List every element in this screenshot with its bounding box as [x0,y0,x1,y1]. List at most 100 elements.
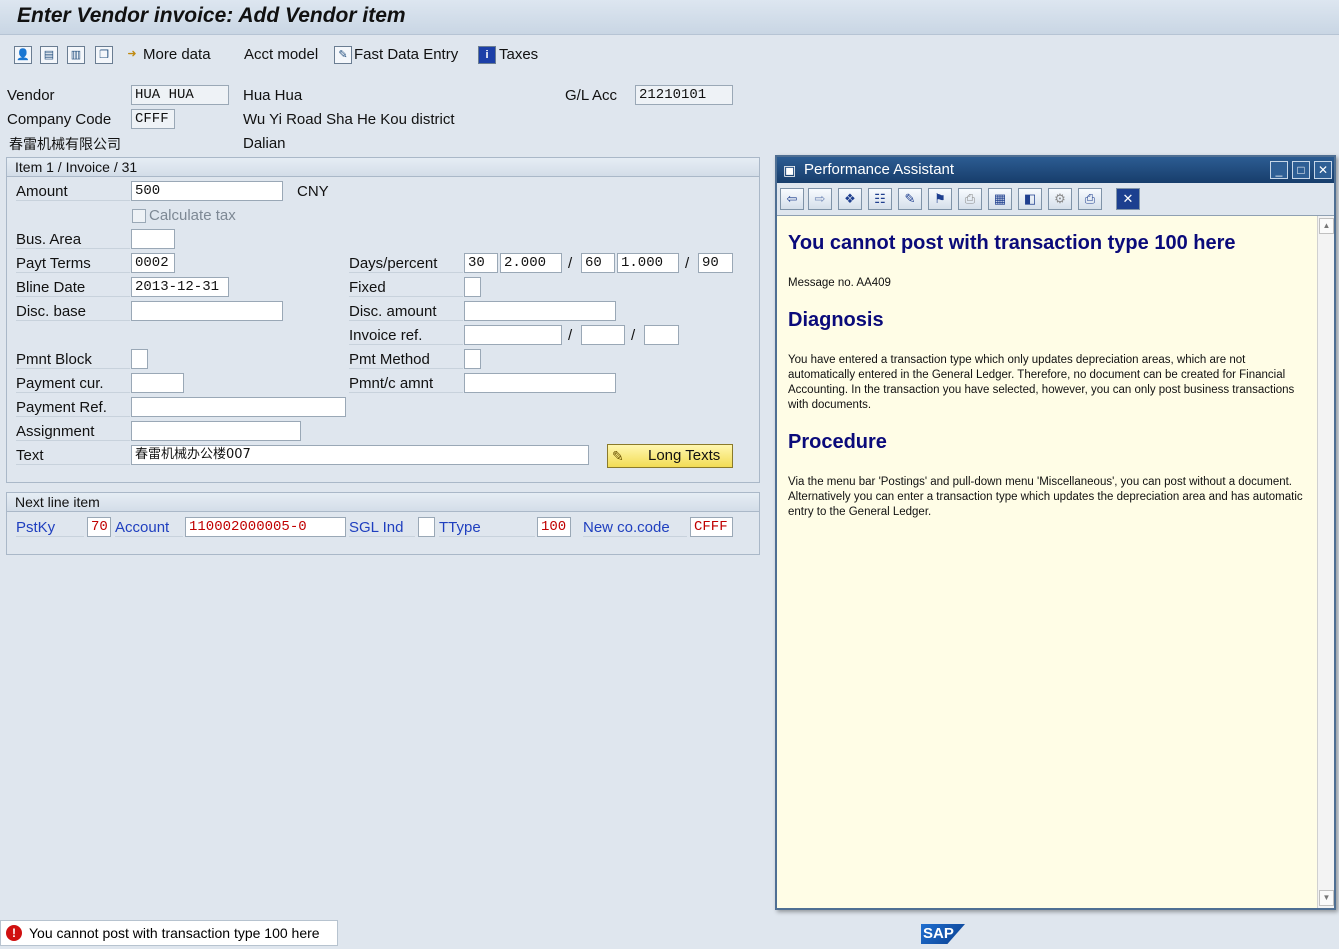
assignment-field[interactable] [131,421,301,441]
amount-field[interactable]: 500 [131,181,283,201]
application-toolbar: 👤 ▤ ▥ ❐ ➜ More data Acct model ✎ Fast Da… [0,36,1339,72]
ttype-field[interactable]: 100 [537,517,571,537]
fixed-field[interactable] [464,277,481,297]
pmt-method-field[interactable] [464,349,481,369]
minimize-icon[interactable]: _ [1270,161,1288,179]
assistant-title: Performance Assistant [804,161,955,178]
gl-acc-label: G/L Acc [565,87,617,104]
more-data-icon[interactable]: ➜ [123,46,141,64]
maximize-icon[interactable]: □ [1292,161,1310,179]
currency: CNY [297,183,329,200]
user-icon[interactable]: 👤 [14,46,32,64]
long-texts-label: Long Texts [648,447,721,464]
info-icon[interactable]: i [478,46,496,64]
days1-field[interactable]: 30 [464,253,498,273]
document-change-icon[interactable]: ▥ [67,46,85,64]
days3-field[interactable]: 90 [698,253,733,273]
window-mode-icon[interactable]: ◧ [1018,188,1042,210]
company-code-field[interactable]: CFFF [131,109,175,129]
disc-amount-label: Disc. amount [349,303,463,321]
long-texts-button[interactable]: ✎ Long Texts [607,444,733,468]
glossary-icon[interactable]: ⚑ [928,188,952,210]
percent2-field[interactable]: 1.000 [617,253,679,273]
payt-terms-field[interactable]: 0002 [131,253,175,273]
calculate-tax-checkbox[interactable] [132,209,146,223]
assistant-title-bar[interactable]: ▣ Performance Assistant _ □ ✕ [777,157,1334,183]
slash-separator: / [568,327,573,344]
close-icon[interactable]: ✕ [1314,161,1332,179]
assistant-scrollbar[interactable]: ▲ ▼ [1317,216,1334,908]
disc-amount-field[interactable] [464,301,616,321]
pmt-method-label: Pmt Method [349,351,463,369]
message-number: Message no. AA409 [788,277,891,289]
back-arrow-icon[interactable]: ⇦ [780,188,804,210]
forward-arrow-icon[interactable]: ⇨ [808,188,832,210]
pstky-field[interactable]: 70 [87,517,111,537]
days2-field[interactable]: 60 [581,253,615,273]
status-bar[interactable]: ! You cannot post with transaction type … [0,920,338,946]
print-preview-icon[interactable]: ⎙ [958,188,982,210]
vendor-field[interactable]: HUA HUA [131,85,229,105]
procedure-text: Via the menu bar 'Postings' and pull-dow… [788,476,1303,518]
sgl-ind-field[interactable] [418,517,435,537]
scroll-down-icon[interactable]: ▼ [1319,890,1334,906]
vendor-name: Hua Hua [243,87,303,104]
invoice-ref-item-field[interactable] [644,325,679,345]
bus-area-label: Bus. Area [16,231,130,249]
payt-terms-label: Payt Terms [16,255,130,273]
invoice-ref-label: Invoice ref. [349,327,463,345]
invoice-ref-field[interactable] [464,325,562,345]
acct-model-button[interactable]: Acct model [244,46,318,63]
taxes-button[interactable]: Taxes [499,46,538,63]
print-icon[interactable]: ⎙ [1078,188,1102,210]
document-icon[interactable]: ▤ [40,46,58,64]
edit-note-icon: ✎ [612,448,624,464]
payment-ref-label: Payment Ref. [16,399,130,417]
text-field[interactable]: 春雷机械办公楼007 [131,445,589,465]
bline-date-field[interactable]: 2013-12-31 [131,277,229,297]
window-icon: ▣ [783,162,797,178]
ttype-label: TType [439,519,535,537]
diagnosis-heading: Diagnosis [788,309,884,331]
list-icon[interactable]: ▦ [988,188,1012,210]
account-label: Account [115,519,183,537]
title-bar: Enter Vendor invoice: Add Vendor item [0,0,1339,35]
more-data-button[interactable]: More data [143,46,211,63]
item-heading: Item 1 / Invoice / 31 [7,158,759,177]
scroll-up-icon[interactable]: ▲ [1319,218,1334,234]
assistant-content: You cannot post with transaction type 10… [777,216,1318,908]
payment-ref-field[interactable] [131,397,346,417]
edit-icon[interactable]: ✎ [898,188,922,210]
error-icon: ! [6,925,22,941]
gl-acc-field[interactable]: 21210101 [635,85,733,105]
assignment-label: Assignment [16,423,130,441]
payment-cur-field[interactable] [131,373,184,393]
performance-assistant-window: ▣ Performance Assistant _ □ ✕ ⇦ ⇨ ❖ ☷ ✎ … [775,155,1336,910]
exit-icon[interactable]: ✕ [1116,188,1140,210]
fast-entry-icon[interactable]: ✎ [334,46,352,64]
book-icon[interactable]: ❖ [838,188,862,210]
copy-icon[interactable]: ❐ [95,46,113,64]
company-name: 春雷机械有限公司 [9,137,121,153]
calculate-tax-label: Calculate tax [149,207,236,224]
new-co-code-label: New co.code [583,519,687,537]
next-line-heading: Next line item [7,493,759,512]
new-co-code-field[interactable]: CFFF [690,517,733,537]
pmnt-c-amnt-field[interactable] [464,373,616,393]
amount-label: Amount [16,183,130,201]
status-message: You cannot post with transaction type 10… [29,925,320,941]
account-field[interactable]: 110002000005-0 [185,517,346,537]
assistant-toolbar: ⇦ ⇨ ❖ ☷ ✎ ⚑ ⎙ ▦ ◧ ⚙ ⎙ ✕ [777,183,1334,216]
fast-data-entry-button[interactable]: Fast Data Entry [354,46,458,63]
sgl-ind-label: SGL Ind [349,519,415,537]
settings-icon[interactable]: ⚙ [1048,188,1072,210]
bus-area-field[interactable] [131,229,175,249]
diagnosis-text: You have entered a transaction type whic… [788,354,1295,411]
days-percent-label: Days/percent [349,255,463,273]
disc-base-field[interactable] [131,301,283,321]
invoice-ref-year-field[interactable] [581,325,625,345]
pstky-label: PstKy [16,519,84,537]
structure-icon[interactable]: ☷ [868,188,892,210]
percent1-field[interactable]: 2.000 [500,253,562,273]
pmnt-block-field[interactable] [131,349,148,369]
